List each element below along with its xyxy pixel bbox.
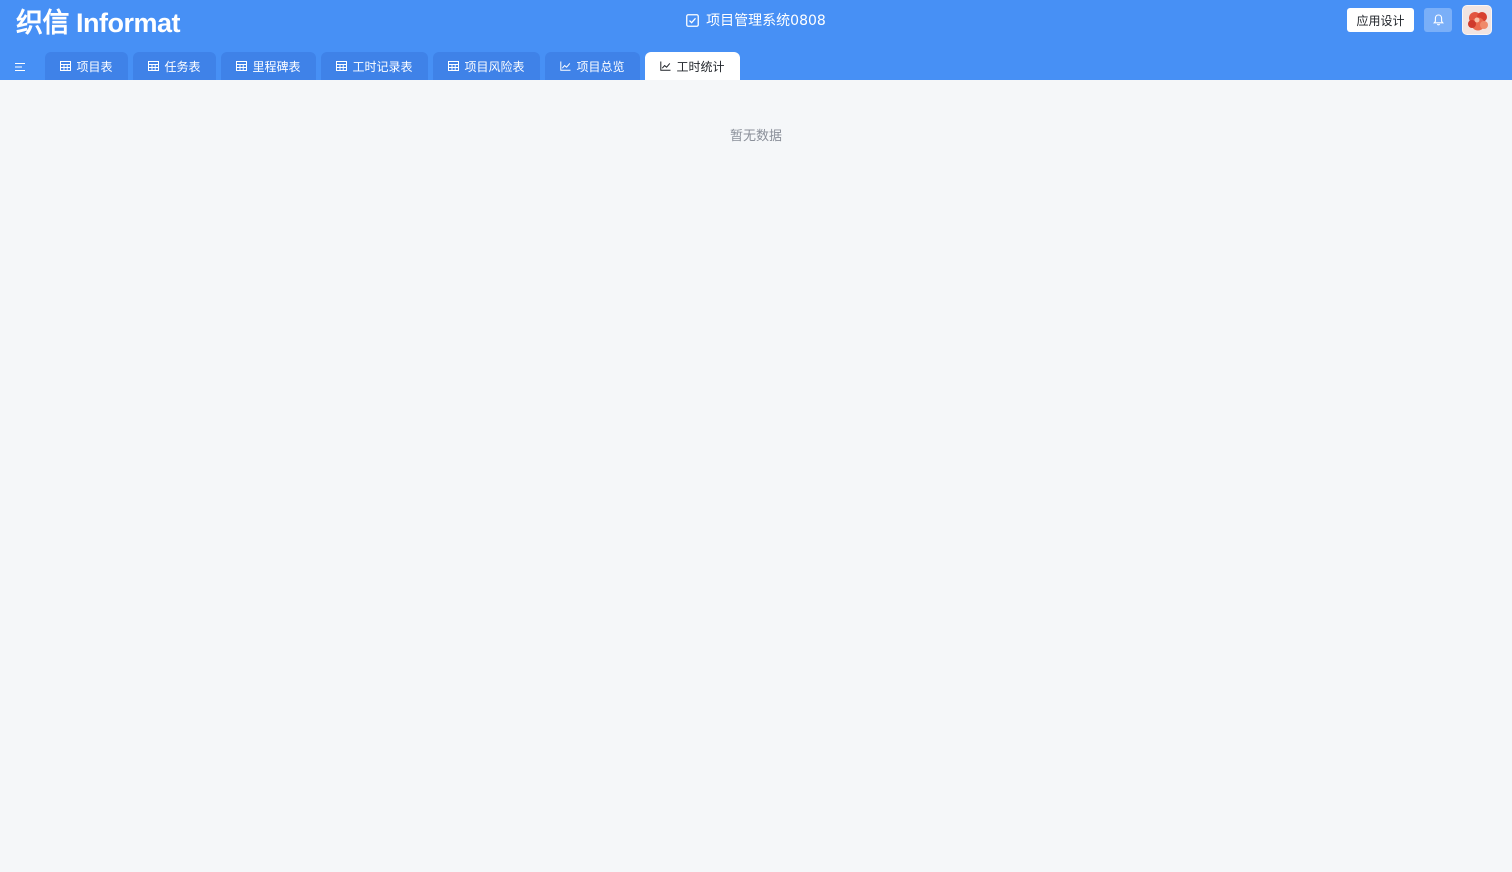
- chart-icon: [660, 61, 671, 71]
- tab-label: 里程碑表: [252, 59, 301, 74]
- tab-milestone-table[interactable]: 里程碑表: [221, 52, 316, 80]
- tab-label: 项目风险表: [464, 59, 525, 74]
- tab-task-table[interactable]: 任务表: [133, 52, 216, 80]
- table-icon: [60, 61, 72, 71]
- tab-label: 工时记录表: [352, 59, 413, 74]
- chart-icon: [560, 61, 571, 71]
- notification-button[interactable]: [1424, 8, 1452, 32]
- bell-icon: [1432, 11, 1444, 30]
- app-design-button[interactable]: 应用设计: [1347, 8, 1414, 32]
- avatar[interactable]: [1462, 5, 1492, 35]
- tab-label: 任务表: [164, 59, 201, 74]
- tab-label: 工时统计: [676, 59, 725, 74]
- table-icon: [148, 61, 160, 71]
- tab-project-overview[interactable]: 项目总览: [545, 52, 640, 80]
- tab-label: 项目表: [76, 59, 113, 74]
- tab-project-table[interactable]: 项目表: [45, 52, 128, 80]
- table-icon: [448, 61, 460, 71]
- empty-state-text: 暂无数据: [729, 129, 782, 144]
- tab-risk-table[interactable]: 项目风险表: [433, 52, 540, 80]
- tab-label: 项目总览: [576, 59, 625, 74]
- app-title-text: 项目管理系统0808: [706, 13, 826, 29]
- table-icon: [236, 61, 248, 71]
- top-header: 织信 Informat 项目管理系统0808 应用设计 项目表 任务表 里程碑表…: [0, 0, 1512, 80]
- checkbox-icon: [686, 13, 700, 27]
- tab-timesheet-table[interactable]: 工时记录表: [321, 52, 428, 80]
- app-title: 项目管理系统0808: [0, 9, 1512, 31]
- tab-timesheet-stats[interactable]: 工时统计: [645, 52, 740, 80]
- menu-toggle-icon[interactable]: [14, 58, 28, 72]
- table-icon: [336, 61, 348, 71]
